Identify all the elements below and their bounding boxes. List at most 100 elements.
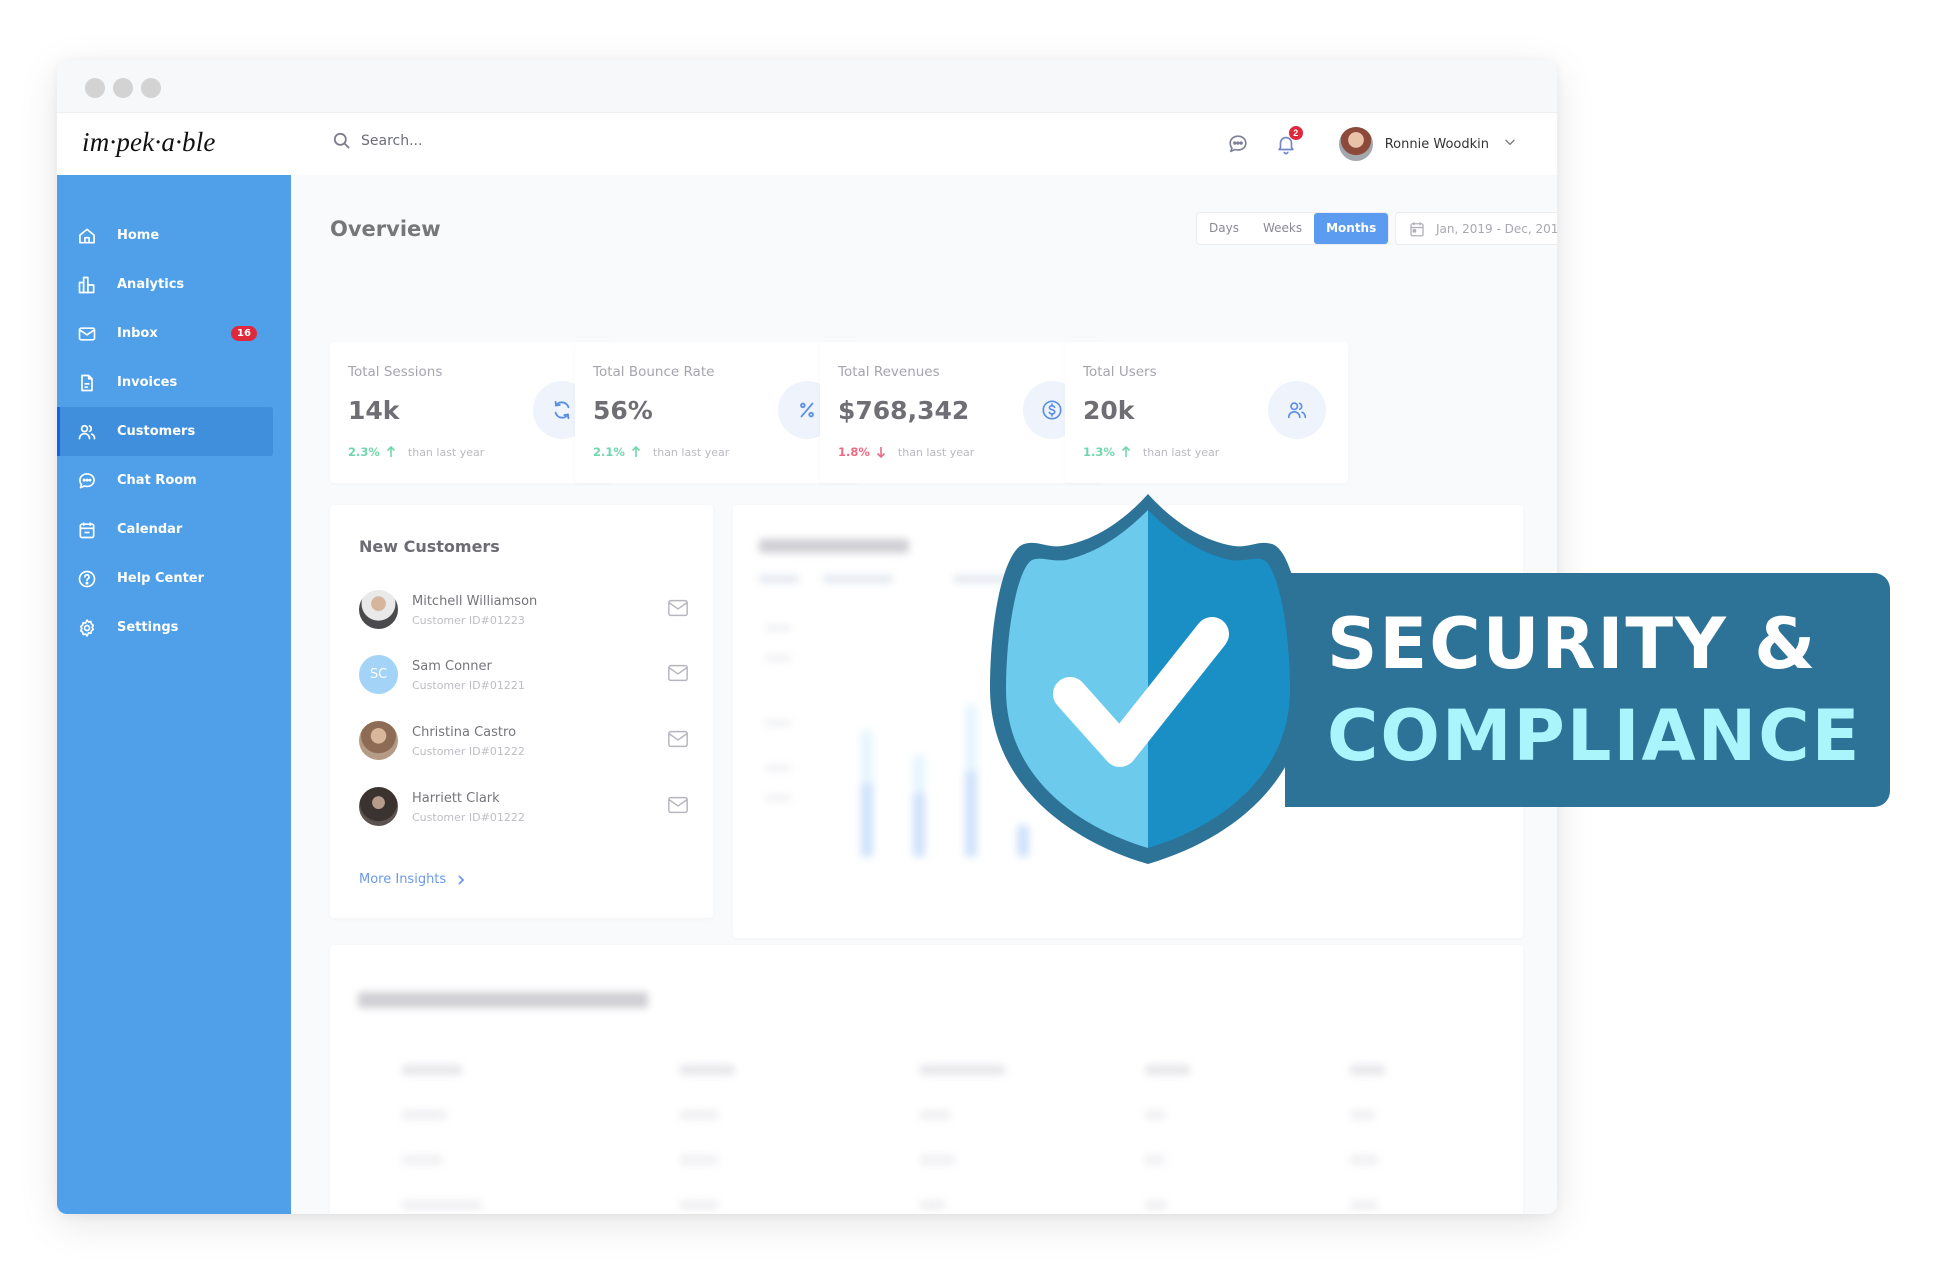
sidebar-item-settings[interactable]: Settings xyxy=(57,603,273,652)
blurred-axis-label xyxy=(765,720,791,726)
blurred-header-cell xyxy=(1350,1065,1385,1075)
blurred-bar xyxy=(913,793,925,857)
tab-weeks[interactable]: Weeks xyxy=(1251,213,1314,244)
mail-icon[interactable] xyxy=(667,795,689,815)
blurred-table-cell xyxy=(920,1200,945,1210)
stat-change: 2.3% than last year xyxy=(348,445,484,459)
customer-name: Mitchell Williamson xyxy=(412,594,538,609)
customer-list-item[interactable]: SC Sam Conner Customer ID#01221 xyxy=(359,655,689,703)
search-input[interactable] xyxy=(361,132,561,149)
messages-button[interactable] xyxy=(1225,131,1251,157)
blurred-table-cell xyxy=(402,1110,447,1120)
window-titlebar xyxy=(57,60,1557,113)
sidebar-item-label: Calendar xyxy=(117,522,183,537)
blurred-table-cell xyxy=(402,1200,482,1210)
mail-icon[interactable] xyxy=(667,663,689,683)
notification-count-badge: 2 xyxy=(1288,126,1303,140)
notifications-button[interactable]: 2 xyxy=(1273,126,1303,157)
sidebar-item-analytics[interactable]: Analytics xyxy=(57,260,273,309)
stat-change-percent: 2.1% xyxy=(593,445,625,459)
blurred-table-cell xyxy=(680,1155,718,1165)
mail-icon[interactable] xyxy=(667,729,689,749)
sidebar-item-help-center[interactable]: Help Center xyxy=(57,554,273,603)
more-insights-link[interactable]: More Insights xyxy=(359,872,466,887)
sidebar-item-label: Invoices xyxy=(117,375,178,390)
sidebar-item-home[interactable]: Home xyxy=(57,211,273,260)
blurred-table-cell xyxy=(1350,1110,1375,1120)
blurred-bar xyxy=(861,783,873,857)
sidebar-item-label: Home xyxy=(117,228,160,243)
app-logo[interactable]: im·pek·a·ble xyxy=(82,127,216,158)
header-actions: 2 Ronnie Woodkin xyxy=(1225,123,1517,165)
sidebar-item-calendar[interactable]: Calendar xyxy=(57,505,273,554)
user-menu-toggle[interactable] xyxy=(1503,135,1517,154)
banner-line-security: SECURITY & xyxy=(1327,603,1818,685)
arrow-down-icon xyxy=(876,447,885,458)
stat-change: 2.1% than last year xyxy=(593,445,729,459)
sidebar: Home Analytics Inbox 16 Invoices Custome… xyxy=(57,175,291,1214)
blurred-table-cell xyxy=(1145,1200,1167,1210)
window-minimize-dot[interactable] xyxy=(113,78,133,98)
stat-change: 1.8% than last year xyxy=(838,445,974,459)
percent-icon xyxy=(800,402,814,418)
window-maximize-dot[interactable] xyxy=(141,78,161,98)
stat-change-note: than last year xyxy=(1142,445,1220,459)
blurred-axis-label xyxy=(765,625,791,631)
calendar-icon xyxy=(79,522,95,538)
window-close-dot[interactable] xyxy=(85,78,105,98)
sidebar-item-label: Customers xyxy=(117,424,196,439)
tab-days[interactable]: Days xyxy=(1197,213,1251,244)
customer-name: Christina Castro xyxy=(412,725,517,740)
stat-card-revenues: Total Revenues $768,342 1.8% than last y… xyxy=(820,342,1103,483)
new-customers-title: New Customers xyxy=(359,537,500,556)
user-name[interactable]: Ronnie Woodkin xyxy=(1385,137,1489,152)
blurred-table-cell xyxy=(402,1155,442,1165)
sidebar-item-label: Help Center xyxy=(117,571,205,586)
blurred-table-cell xyxy=(920,1155,955,1165)
stat-value: 56% xyxy=(593,396,653,425)
customer-avatar xyxy=(359,787,398,826)
security-compliance-badge: SECURITY & COMPLIANCE xyxy=(980,488,1890,870)
stat-label: Total Users xyxy=(1083,364,1157,380)
sidebar-item-label: Analytics xyxy=(117,277,185,292)
sidebar-item-chat-room[interactable]: Chat Room xyxy=(57,456,273,505)
blurred-legend-item xyxy=(759,575,799,583)
sidebar-item-customers[interactable]: Customers xyxy=(57,407,273,456)
arrow-up-icon xyxy=(386,446,395,457)
arrow-up-icon xyxy=(631,446,640,457)
stat-value: 20k xyxy=(1083,396,1135,425)
blurred-table-cell xyxy=(680,1110,718,1120)
stat-label: Total Revenues xyxy=(838,364,940,380)
customer-id: Customer ID#01223 xyxy=(412,614,525,627)
blurred-bar xyxy=(965,771,977,857)
blurred-chart-title xyxy=(759,539,909,553)
blurred-table-cell xyxy=(680,1200,718,1210)
chat-bubble-icon xyxy=(1229,135,1247,153)
security-banner: SECURITY & COMPLIANCE xyxy=(1285,573,1890,807)
customer-list-item[interactable]: Harriett Clark Customer ID#01222 xyxy=(359,787,689,835)
date-range-value: Jan, 2019 - Dec, 2019 xyxy=(1436,221,1557,236)
date-range-picker[interactable]: Jan, 2019 - Dec, 2019 xyxy=(1395,212,1557,245)
new-customers-card: New Customers Mitchell Williamson Custom… xyxy=(330,505,713,918)
stat-change: 1.3% than last year xyxy=(1083,445,1219,459)
stat-card-sessions: Total Sessions 14k 2.3% than last year xyxy=(330,342,613,483)
chevron-right-icon xyxy=(458,874,465,885)
user-avatar[interactable] xyxy=(1338,127,1373,161)
sidebar-item-inbox[interactable]: Inbox 16 xyxy=(57,309,273,358)
customer-list-item[interactable]: Christina Castro Customer ID#01222 xyxy=(359,721,689,769)
inbox-count-badge: 16 xyxy=(231,326,257,341)
help-circle-icon xyxy=(78,570,96,587)
sidebar-item-invoices[interactable]: Invoices xyxy=(57,358,273,407)
blurred-header-cell xyxy=(1145,1065,1190,1075)
stat-change-note: than last year xyxy=(407,445,485,459)
stat-change-note: than last year xyxy=(652,445,730,459)
top-header: im·pek·a·ble 2 Ronnie Woodkin xyxy=(57,113,1557,175)
blurred-legend-item xyxy=(823,575,893,583)
mail-icon[interactable] xyxy=(667,598,689,618)
blurred-table-cell xyxy=(1145,1110,1165,1120)
customer-list-item[interactable]: Mitchell Williamson Customer ID#01223 xyxy=(359,590,689,638)
stat-card-bounce-rate: Total Bounce Rate 56% 2.1% than last yea… xyxy=(575,342,858,483)
tab-months[interactable]: Months xyxy=(1314,213,1389,244)
refresh-icon xyxy=(554,400,570,420)
stat-value: 14k xyxy=(348,396,400,425)
